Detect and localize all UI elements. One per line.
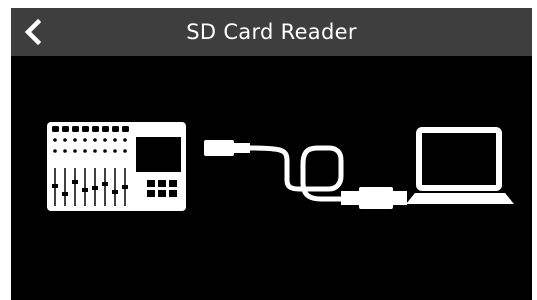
chevron-left-icon [24, 18, 42, 46]
connection-illustration [11, 56, 532, 300]
device-display: SD Card Reader [11, 8, 532, 300]
back-button[interactable] [17, 14, 53, 50]
header-bar: SD Card Reader [11, 8, 532, 56]
page-title: SD Card Reader [186, 20, 357, 44]
laptop-icon [406, 127, 514, 204]
mixer-recorder-device-icon [47, 122, 186, 211]
usb-cable-icon [204, 140, 407, 209]
screen: SD Card Reader [0, 0, 537, 300]
